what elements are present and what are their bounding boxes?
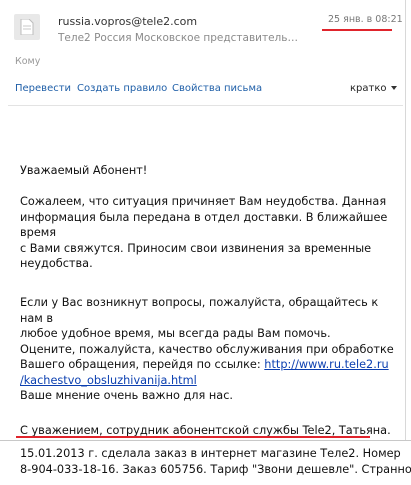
body-line: с Вами свяжутся. Приносим свои извинения…: [20, 241, 372, 255]
brief-view-label: кратко: [350, 83, 387, 94]
signature-highlight-underline: [16, 436, 370, 438]
chevron-down-icon: [390, 86, 397, 90]
create-rule-button[interactable]: Создать правило: [77, 83, 167, 94]
sender-address[interactable]: russia.vopros@tele2.com: [58, 15, 197, 28]
quote-line: 8-904-033-18-16. Заказ 605756. Тариф "Зв…: [20, 462, 411, 476]
feedback-link-continuation[interactable]: /kachestvo_obsluzhivanija.html: [20, 374, 197, 387]
body-line: информация была передана в отдел доставк…: [20, 210, 388, 240]
body-line: Оцените, пожалуйста, качество обслуживан…: [20, 342, 394, 356]
translate-button[interactable]: Перевести: [15, 83, 71, 94]
body-line: любое удобное время, мы всегда рады Вам …: [20, 327, 331, 340]
toolbar-divider: [8, 105, 403, 106]
recipient-label[interactable]: Кому: [15, 56, 40, 67]
paragraph-contact: Если у Вас возникнут вопросы, пожалуйста…: [20, 295, 400, 404]
message-subject: Теле2 Россия Московское представительст.…: [58, 32, 303, 44]
sender-avatar: [14, 14, 40, 40]
message-toolbar: Перевести Создать правило Свойства письм…: [0, 78, 405, 100]
feedback-link[interactable]: http://www.ru.tele2.ru: [264, 358, 388, 371]
document-icon: [20, 19, 34, 35]
paragraph-apology: Сожалеем, что ситуация причиняет Вам неу…: [20, 194, 400, 272]
date-highlight-underline: [322, 29, 392, 31]
body-line: Вашего обращения, перейдя по ссылке: htt…: [20, 357, 400, 373]
body-line: неудобства.: [20, 257, 93, 270]
brief-view-toggle[interactable]: кратко: [350, 83, 397, 94]
body-line: /kachestvo_obsluzhivanija.html: [20, 373, 400, 389]
body-line: Если у Вас возникнут вопросы, пожалуйста…: [20, 296, 379, 325]
link-prefix: Вашего обращения, перейдя по ссылке:: [20, 358, 265, 371]
greeting: Уважаемый Абонент!: [20, 164, 148, 177]
message-header: russia.vopros@tele2.com Теле2 Россия Мос…: [0, 0, 405, 55]
message-date: 25 янв. в 08:21: [328, 14, 403, 25]
quote-line: 15.01.2013 г. сделала заказ в интернет м…: [20, 447, 401, 460]
message-properties-button[interactable]: Свойства письма: [172, 83, 262, 94]
body-line: Ваше мнение очень важно для нас.: [20, 389, 234, 402]
email-message: russia.vopros@tele2.com Теле2 Россия Мос…: [0, 0, 406, 440]
body-line: Сожалеем, что ситуация причиняет Вам неу…: [20, 195, 387, 208]
quoted-message: 15.01.2013 г. сделала заказ в интернет м…: [20, 446, 411, 477]
